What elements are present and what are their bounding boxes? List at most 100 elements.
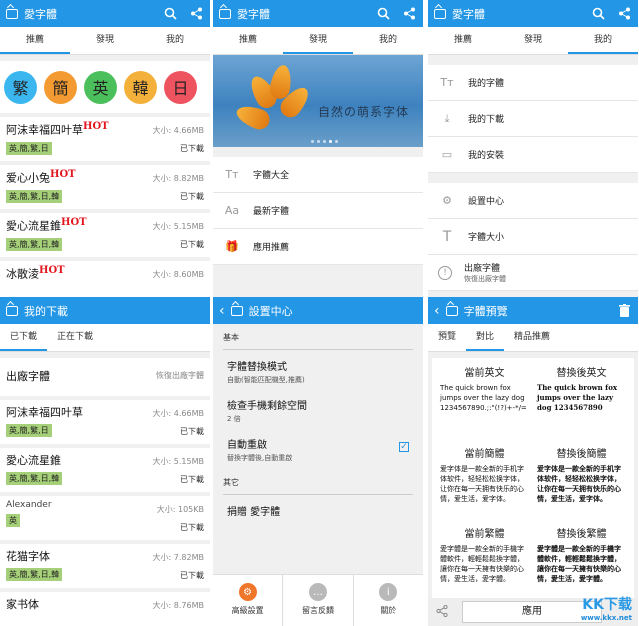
download-status: 已下載 <box>180 240 204 249</box>
menu-label: 字體大小 <box>468 233 505 243</box>
font-size: 大小: 5.15MB <box>152 457 204 466</box>
setting-donate[interactable]: 捐贈 愛字體 <box>213 497 423 524</box>
about-button[interactable]: i 關於 <box>354 575 423 626</box>
tab-mine[interactable]: 我的 <box>568 27 638 54</box>
advanced-settings-button[interactable]: ⚙ 高級設置 <box>213 575 284 626</box>
menu-app-recommend[interactable]: 🎁 應用推薦 <box>213 229 423 265</box>
lang-japanese[interactable]: 日 <box>164 70 197 104</box>
font-item[interactable]: 愛心流星錐 大小: 5.15MB 英,簡,繁,日,韓 已下載 <box>0 448 210 492</box>
tab-discover[interactable]: 發現 <box>70 27 140 54</box>
info-icon: i <box>379 583 398 601</box>
inbox-icon: ▭ <box>441 148 453 161</box>
download-status: 已下載 <box>180 523 204 532</box>
menu-label: 出廠字體 <box>464 264 501 274</box>
tab-recommend[interactable]: 推薦 <box>0 27 70 54</box>
menu-my-downloads[interactable]: ⤓ 我的下載 <box>428 101 638 137</box>
font-name: 爱心小兔 <box>6 171 50 185</box>
gear-icon: ⚙ <box>238 583 257 601</box>
watermark: KK下载 www.kkx.net <box>580 597 632 622</box>
tab-discover[interactable]: 發現 <box>498 27 568 54</box>
menu-new-fonts[interactable]: Aa 最新字體 <box>213 193 423 229</box>
menu-font-size[interactable]: T 字體大小 <box>428 219 638 255</box>
screen-title: 字體預覽 <box>463 304 508 318</box>
menu-label: 字體大全 <box>253 171 290 181</box>
tab-discover[interactable]: 發現 <box>283 27 353 54</box>
font-size: 大小: 8.82MB <box>152 174 204 183</box>
font-langs: 英,簡,繁,日,韓 <box>6 189 63 203</box>
search-icon[interactable] <box>162 6 178 22</box>
setting-desc: 替換字體後,自動重啟 <box>227 454 293 462</box>
app-logo-icon <box>6 8 18 19</box>
setting-auto-reboot[interactable]: 自動重啟 替換字體後,自動重啟 ✓ <box>213 430 423 469</box>
font-item[interactable]: 愛心流星錐HOT 大小: 5.15MB 英,簡,繁,日,韓 已下載 <box>0 213 210 257</box>
chat-icon: … <box>308 583 327 601</box>
tab-downloaded[interactable]: 已下載 <box>0 324 48 351</box>
app-bar: 我的下載 <box>0 297 210 324</box>
settings-bottom-bar: ⚙ 高級設置 … 留言反饋 i 關於 <box>213 574 423 626</box>
setting-replace-mode[interactable]: 字體替換模式 自動(智能匹配機型,推薦) <box>213 352 423 391</box>
font-langs: 英 <box>6 514 20 527</box>
gear-icon: ⚙ <box>442 194 452 207</box>
tab-compare[interactable]: 對比 <box>466 324 505 351</box>
setting-title: 字體替換模式 <box>227 362 287 373</box>
app-logo-icon <box>434 8 446 19</box>
compare-cell-current-tc: 當前繁體 愛字體是一款全新的手機字體軟件，輕輕鬆鬆換字體，讓你在每一天擁有快樂的心… <box>440 529 524 584</box>
back-arrow-icon[interactable]: ‹ <box>219 304 225 318</box>
font-item[interactable]: Alexander 大小: 105KB 英 已下載 <box>0 496 210 540</box>
search-icon[interactable] <box>590 6 606 22</box>
font-item[interactable]: 阿沫幸福四叶草HOT 大小: 4.66MB 英,簡,繁,日 已下載 <box>0 117 210 161</box>
menu-settings[interactable]: ⚙ 設置中心 <box>428 183 638 219</box>
back-arrow-icon[interactable]: ‹ <box>434 304 440 318</box>
font-langs: 英,簡,繁,日 <box>6 424 52 437</box>
panel-my-downloads: 我的下載 已下載 正在下載 出廠字體 恢復出廠字體 阿沫幸福四叶草 大小: 4.… <box>0 297 210 626</box>
main-tabs: 推薦 發現 我的 <box>0 27 210 55</box>
menu-sublabel: 恢復出廠字體 <box>464 275 506 283</box>
button-label: 高級設置 <box>231 606 264 615</box>
lang-english[interactable]: 英 <box>84 70 117 104</box>
search-icon[interactable] <box>375 6 391 22</box>
auto-reboot-checkbox[interactable]: ✓ <box>399 442 409 452</box>
lang-korean[interactable]: 韓 <box>124 70 157 104</box>
tab-downloading[interactable]: 正在下載 <box>47 324 103 351</box>
font-file-icon: Tт <box>440 76 454 89</box>
share-icon[interactable] <box>616 6 632 22</box>
menu-factory-font[interactable]: ! 出廠字體 恢復出廠字體 <box>428 255 638 291</box>
lang-simplified[interactable]: 簡 <box>44 70 77 104</box>
setting-check-space[interactable]: 檢查手機剩餘空間 2 倍 <box>213 391 423 430</box>
compare-grid: 當前英文 The quick brown fox jumps over the l… <box>432 358 634 608</box>
tab-recommend[interactable]: 推薦 <box>428 27 498 54</box>
language-filter: 繁 簡 英 韓 日 <box>0 61 210 113</box>
font-langs: 英,簡,繁,日,韓 <box>6 472 63 485</box>
feedback-button[interactable]: … 留言反饋 <box>283 575 354 626</box>
app-logo-icon <box>6 305 18 316</box>
restore-factory-link[interactable]: 恢復出廠字體 <box>156 370 204 381</box>
factory-font-item[interactable]: 出廠字體 恢復出廠字體 <box>0 358 210 396</box>
tab-mine[interactable]: 我的 <box>353 27 423 54</box>
banner-pager <box>311 140 338 143</box>
share-icon[interactable] <box>436 604 448 620</box>
menu-all-fonts[interactable]: Tт 字體大全 <box>213 157 423 193</box>
hot-badge: HOT <box>39 265 65 276</box>
setting-title: 自動重啟 <box>227 440 267 451</box>
tab-preview[interactable]: 預覽 <box>428 324 466 351</box>
font-item[interactable]: 阿沫幸福四叶草 大小: 4.66MB 英,簡,繁,日 已下載 <box>0 400 210 444</box>
trash-icon[interactable] <box>616 303 632 319</box>
font-item[interactable]: 花猫字体 大小: 7.82MB 英,簡,繁,日,韓 已下載 <box>0 544 210 588</box>
button-label: 關於 <box>380 606 397 615</box>
tab-featured[interactable]: 精品推薦 <box>504 324 560 351</box>
share-icon[interactable] <box>401 6 417 22</box>
app-title: 愛字體 <box>24 7 57 21</box>
font-item[interactable]: 家书体 大小: 8.76MB <box>0 592 210 626</box>
menu-label: 設置中心 <box>468 197 505 207</box>
lang-traditional[interactable]: 繁 <box>4 70 37 104</box>
tab-mine[interactable]: 我的 <box>140 27 210 54</box>
share-icon[interactable] <box>188 6 204 22</box>
font-item[interactable]: 爱心小兔HOT 大小: 8.82MB 英,簡,繁,日,韓 已下載 <box>0 165 210 209</box>
tab-recommend[interactable]: 推薦 <box>213 27 283 54</box>
setting-title: 捐贈 愛字體 <box>227 507 281 518</box>
compare-cell-current-sc: 當前簡體 爱字体是一款全新的手机字体软件，轻轻松松换字体，让你在每一天拥有快乐的心… <box>440 448 524 503</box>
menu-my-installs[interactable]: ▭ 我的安裝 <box>428 137 638 173</box>
menu-my-fonts[interactable]: Tт 我的字體 <box>428 65 638 101</box>
promo-banner[interactable]: 自然の萌系字体 <box>213 55 423 147</box>
menu-label: 我的安裝 <box>468 151 505 161</box>
